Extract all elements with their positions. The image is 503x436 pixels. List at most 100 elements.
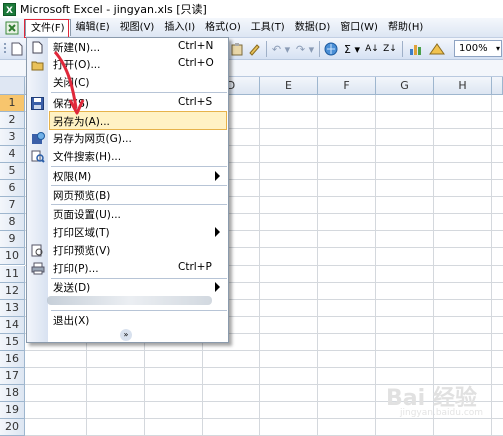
new-icon[interactable] [9,41,25,57]
row-header[interactable]: 13 [0,299,25,317]
baidu-watermark-url: jingyan.baidu.com [400,408,484,418]
column-header-i[interactable] [492,77,503,95]
menu-item-print-preview[interactable]: 打印预览(V) [27,241,228,260]
excel-app-icon: X [2,2,16,16]
row-header[interactable]: 10 [0,248,25,266]
file-menu-dropdown: 新建(N)... Ctrl+N 打开(O)... Ctrl+O 关闭(C) 保存… [26,37,229,343]
menu-item-print-area[interactable]: 打印区域(T) [27,223,228,242]
chevron-down-icon[interactable]: ▾ [496,41,500,56]
row-header[interactable]: 12 [0,282,25,300]
column-header-e[interactable]: E [260,77,318,95]
menu-item-print[interactable]: 打印(P)... Ctrl+P [27,259,228,278]
row-header[interactable]: 11 [0,265,25,283]
redacted-recent-file[interactable] [47,296,212,305]
menu-item-open[interactable]: 打开(O)... Ctrl+O [27,55,228,74]
menu-item-label: 文件搜索(H)... [53,151,122,163]
hyperlink-icon[interactable] [323,41,339,57]
menu-item-save-as-web[interactable]: 另存为网页(G)... [27,129,228,148]
row-header[interactable]: 8 [0,214,25,232]
menu-item-label: 另存为网页(G)... [53,133,132,145]
row-header[interactable]: 4 [0,146,25,164]
zoom-dropdown[interactable]: 100% ▾ [454,40,502,57]
row-header[interactable]: 2 [0,112,25,130]
menu-item-label: 新建(N)... [53,42,101,54]
column-header-h[interactable]: H [434,77,492,95]
menu-item-send[interactable]: 发送(D) [27,278,228,297]
menu-item-web-preview[interactable]: 网页预览(B) [27,186,228,205]
menu-tools[interactable]: 工具(T) [246,19,290,36]
menu-separator [51,92,227,93]
grid-column-line [491,95,492,436]
menu-item-exit[interactable]: 退出(X) [27,311,228,330]
row-header[interactable]: 17 [0,367,25,385]
title-bar: X Microsoft Excel - jingyan.xls [只读] [0,0,503,18]
menu-item-label: 关闭(C) [53,77,90,89]
sort-ascending-icon[interactable]: A↓ [364,41,380,57]
grid-column-line [375,95,376,436]
grid-column-line [317,95,318,436]
toolbar-separator [402,41,403,57]
grid-column-line [259,95,260,436]
menu-item-shortcut: Ctrl+P [178,261,212,273]
menu-item-label: 发送(D) [53,282,91,294]
menu-insert[interactable]: 插入(I) [159,19,200,36]
row-header[interactable]: 6 [0,180,25,198]
svg-text:X: X [6,6,13,16]
new-document-icon [30,40,45,55]
menu-item-file-search[interactable]: 文件搜索(H)... [27,147,228,166]
row-header[interactable]: 3 [0,129,25,147]
file-search-icon [30,149,45,164]
menu-item-label: 页面设置(U)... [53,209,121,221]
row-header[interactable]: 19 [0,401,25,419]
drawing-icon[interactable] [428,41,446,57]
column-header-g[interactable]: G [376,77,434,95]
chart-wizard-icon[interactable] [406,41,424,57]
sort-descending-icon[interactable]: Z↓ [382,41,398,57]
menu-view[interactable]: 视图(V) [115,19,160,36]
zoom-value: 100% [459,43,488,54]
column-header-f[interactable]: F [318,77,376,95]
toolbar-grip-icon [2,41,8,57]
row-header[interactable]: 18 [0,384,25,402]
menu-item-label: 保存(S) [53,98,89,110]
menu-item-label: 打印区域(T) [53,227,110,239]
toolbar-separator [266,41,267,57]
row-header[interactable]: 9 [0,231,25,249]
paste-icon[interactable] [229,41,245,57]
workbook-icon[interactable] [4,20,20,36]
menu-format[interactable]: 格式(O) [200,19,246,36]
undo-icon[interactable]: ↶ ▾ [270,41,292,57]
menu-item-label: 打印预览(V) [53,245,111,257]
save-disk-icon [30,96,45,111]
menu-item-close[interactable]: 关闭(C) [27,73,228,92]
menu-window[interactable]: 窗口(W) [335,19,383,36]
row-header[interactable]: 14 [0,316,25,334]
row-header[interactable]: 15 [0,333,25,351]
menu-item-page-setup[interactable]: 页面设置(U)... [27,205,228,224]
redo-icon[interactable]: ↷ ▾ [294,41,316,57]
grid-row-line [25,366,503,368]
submenu-arrow-icon [215,227,220,237]
row-header[interactable]: 16 [0,350,25,368]
menu-item-label: 网页预览(B) [53,190,111,202]
expand-menu-chevron-icon[interactable]: » [120,329,132,341]
menu-item-label: 权限(M) [53,171,92,183]
row-header[interactable]: 5 [0,163,25,181]
row-header[interactable]: 1 [0,95,25,113]
menu-item-label: 打印(P)... [53,263,99,275]
menu-edit[interactable]: 编辑(E) [71,19,115,36]
row-header[interactable]: 7 [0,197,25,215]
select-all-corner[interactable] [0,77,25,95]
open-folder-icon [30,57,45,72]
menu-item-save-as[interactable]: 另存为(A)... [49,111,227,130]
menu-item-shortcut: Ctrl+N [178,40,214,52]
menu-help[interactable]: 帮助(H) [383,19,428,36]
format-painter-icon[interactable] [246,41,262,57]
menu-item-label: 另存为(A)... [53,116,110,128]
row-header[interactable]: 20 [0,418,25,436]
menu-data[interactable]: 数据(D) [290,19,336,36]
autosum-icon[interactable]: Σ ▾ [342,41,362,57]
menu-item-permission[interactable]: 权限(M) [27,167,228,186]
menu-file[interactable]: 文件(F) [25,19,71,36]
menu-item-label: 打开(O)... [53,59,101,71]
